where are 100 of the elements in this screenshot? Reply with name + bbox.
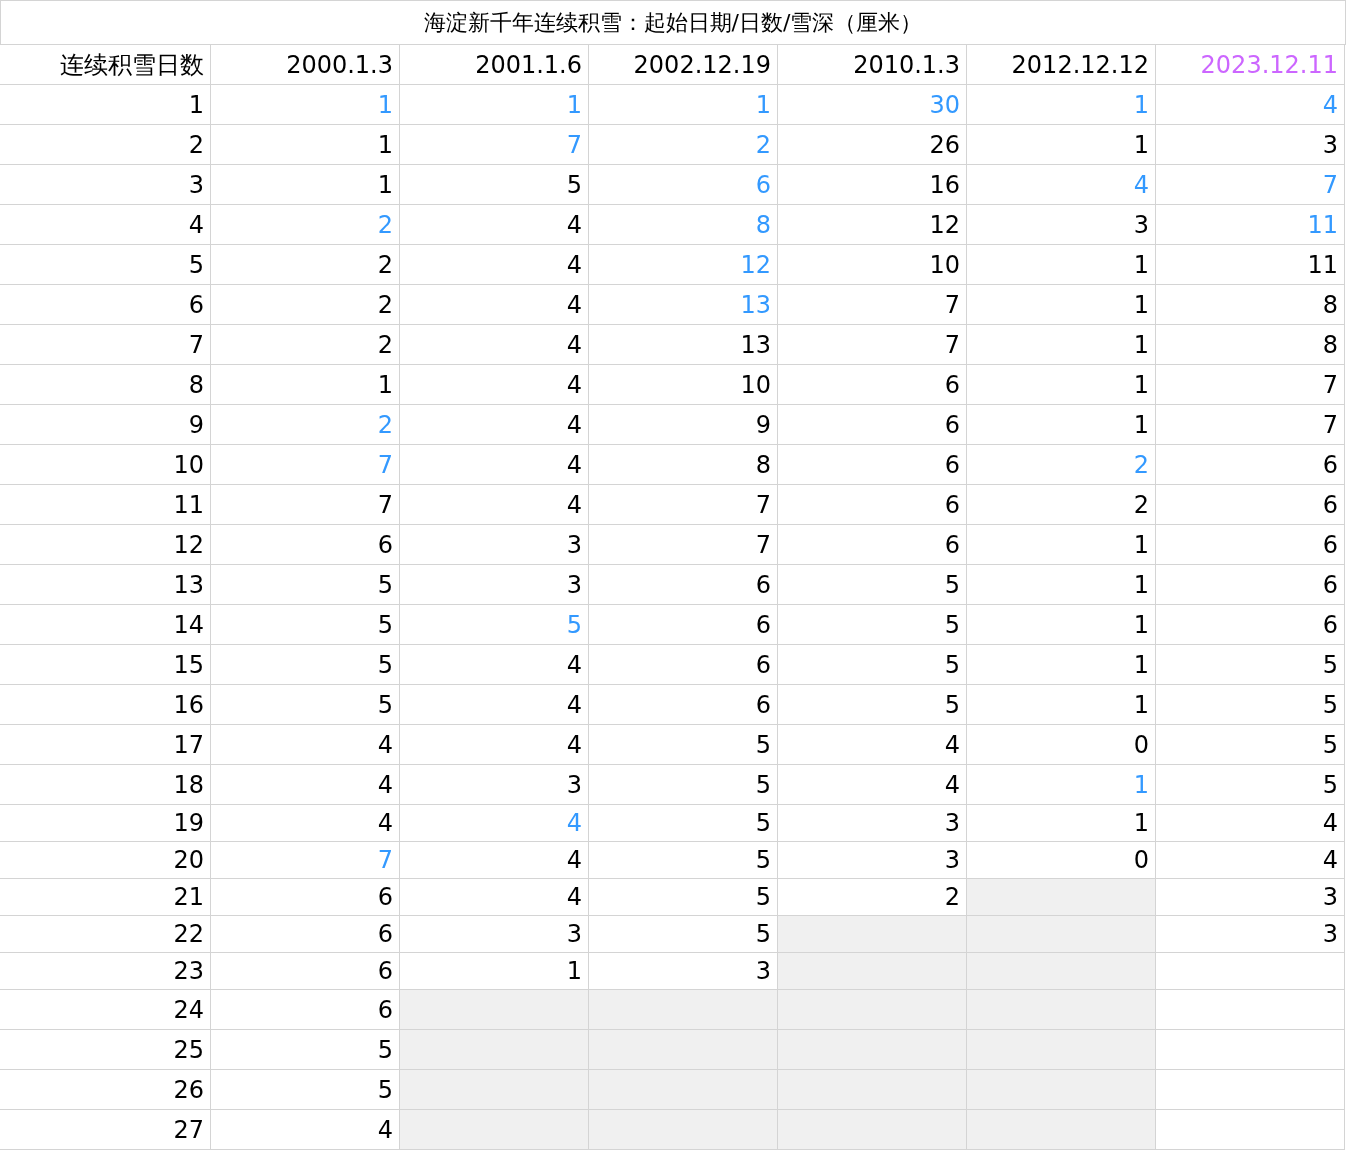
table-cell: 3 [967,205,1156,245]
table-cell: 6 [589,645,778,685]
table-cell: 4 [1156,85,1345,125]
table-cell: 6 [1156,485,1345,525]
table-cell: 3 [1156,125,1345,165]
table-cell: 2 [967,485,1156,525]
table-cell: 11 [1156,245,1345,285]
table-cell: 4 [778,765,967,805]
table-cell: 12 [0,525,211,565]
table-cell: 9 [0,405,211,445]
table-cell: 4 [400,842,589,879]
table-cell: 5 [211,645,400,685]
table-cell: 19 [0,805,211,842]
table-cell: 1 [967,85,1156,125]
table-cell: 4 [211,725,400,765]
table-cell: 2 [211,325,400,365]
table-cell: 4 [211,765,400,805]
table-cell: 4 [400,645,589,685]
table-cell: 5 [589,879,778,916]
table-cell: 6 [589,605,778,645]
table-cell: 4 [400,365,589,405]
table-cell: 2 [211,285,400,325]
table-cell: 3 [400,765,589,805]
table-cell: 7 [211,445,400,485]
table-cell: 4 [0,205,211,245]
table-cell: 5 [589,805,778,842]
table-cell: 4 [400,485,589,525]
column-header: 2012.12.12 [967,45,1156,85]
table-cell: 8 [1156,325,1345,365]
column-header: 连续积雪日数 [0,45,211,85]
table-cell: 4 [400,325,589,365]
table-cell: 8 [0,365,211,405]
table-cell: 1 [400,85,589,125]
column-header: 2001.1.6 [400,45,589,85]
table-cell: 7 [1156,365,1345,405]
table-cell: 13 [0,565,211,605]
table-cell: 5 [589,842,778,879]
table-cell: 21 [0,879,211,916]
table-cell: 6 [1156,445,1345,485]
table-cell: 6 [778,405,967,445]
table-cell: 1 [967,365,1156,405]
table-cell: 3 [778,842,967,879]
table-cell: 6 [1156,605,1345,645]
table-cell: 11 [1156,205,1345,245]
table-cell: 4 [967,165,1156,205]
table-cell: 5 [211,565,400,605]
table-cell: 20 [0,842,211,879]
table-cell: 2 [967,445,1156,485]
table-cell: 1 [211,165,400,205]
table-cell: 5 [211,685,400,725]
table-cell: 13 [589,285,778,325]
table-cell: 14 [0,605,211,645]
table-cell: 3 [400,565,589,605]
table-cell: 1 [589,85,778,125]
table-cell: 5 [400,165,589,205]
table-cell: 5 [1156,685,1345,725]
table-cell: 4 [400,805,589,842]
table-cell: 6 [778,485,967,525]
table-cell: 2 [589,125,778,165]
table-cell: 4 [400,245,589,285]
table-cell: 8 [589,205,778,245]
table-cell: 6 [589,685,778,725]
table-cell: 2 [211,405,400,445]
table-cell: 1 [967,565,1156,605]
table-cell: 5 [589,765,778,805]
table-cell: 7 [589,485,778,525]
table-cell: 9 [589,405,778,445]
table-cell: 6 [778,365,967,405]
table-cell: 5 [589,725,778,765]
table-cell: 6 [1156,565,1345,605]
table-cell: 17 [0,725,211,765]
table-cell: 6 [589,165,778,205]
table-cell: 5 [1156,645,1345,685]
table-cell: 5 [400,605,589,645]
table-cell: 15 [0,645,211,685]
table-cell: 7 [1156,405,1345,445]
column-header: 2010.1.3 [778,45,967,85]
table-cell: 7 [211,842,400,879]
table-cell: 12 [589,245,778,285]
table-cell: 18 [0,765,211,805]
table-cell: 26 [0,1070,211,1110]
table-cell: 7 [778,325,967,365]
table-cell: 22 [0,916,211,953]
table-cell: 23 [0,953,211,990]
table-cell: 6 [211,916,400,953]
table-cell: 4 [400,205,589,245]
table-cell: 30 [778,85,967,125]
table-cell: 26 [778,125,967,165]
table-cell: 7 [400,125,589,165]
table-cell: 1 [211,365,400,405]
table-cell: 4 [400,685,589,725]
table-cell: 4 [1156,842,1345,879]
table-cell: 5 [778,685,967,725]
table-cell: 1 [211,125,400,165]
table-cell: 1 [967,605,1156,645]
table-cell: 1 [967,325,1156,365]
table-cell: 4 [400,879,589,916]
table-cell: 4 [400,405,589,445]
table-cell: 10 [589,365,778,405]
table-cell: 8 [1156,285,1345,325]
